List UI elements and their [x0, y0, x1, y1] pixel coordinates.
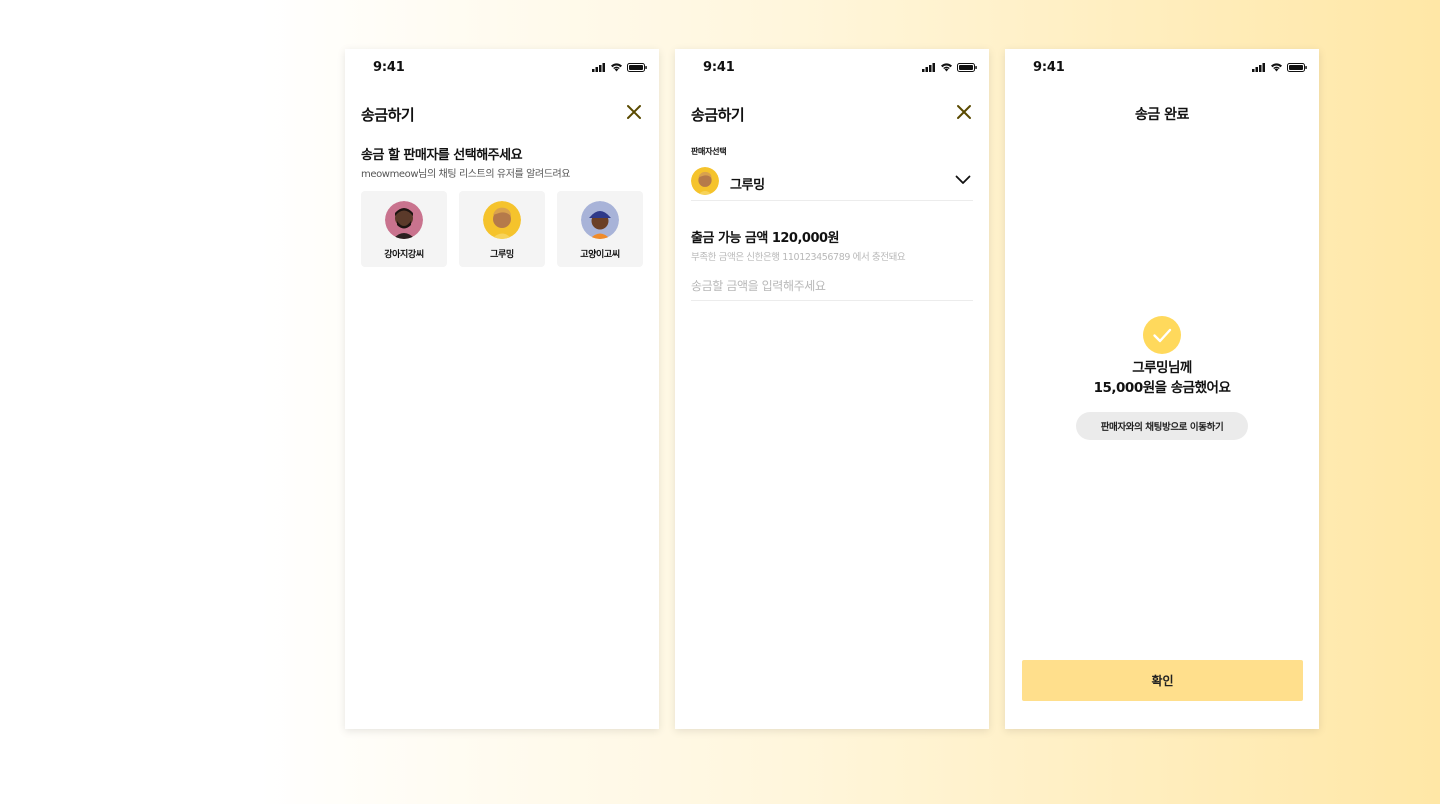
select-seller-heading: 송금 할 판매자를 선택해주세요 [361, 148, 523, 163]
signal-icon [922, 62, 935, 72]
screen-transfer-complete: 9:41 송금 완료 그루밍님께 15,000원을 송금했어요 판매자와의 채팅… [1005, 49, 1319, 729]
status-time: 9:41 [1033, 60, 1065, 75]
status-bar: 9:41 [675, 49, 989, 85]
seller-name: 강아지강씨 [384, 250, 424, 260]
selected-seller-name: 그루밍 [730, 178, 765, 193]
confirm-button[interactable]: 확인 [1022, 660, 1303, 701]
status-time: 9:41 [703, 60, 735, 75]
seller-card[interactable]: 강아지강씨 [361, 191, 447, 267]
page-title: 송금하기 [691, 106, 745, 124]
signal-icon [592, 62, 605, 72]
close-icon[interactable] [625, 103, 643, 121]
amount-input[interactable] [691, 271, 973, 301]
battery-icon [627, 62, 647, 72]
wifi-icon [1271, 63, 1282, 72]
available-amount: 출금 가능 금액 120,000원 [691, 231, 840, 246]
chevron-down-icon [955, 175, 971, 184]
go-to-chat-button[interactable]: 판매자와의 채팅방으로 이동하기 [1076, 412, 1248, 440]
avatar [385, 201, 423, 239]
status-bar: 9:41 [1005, 49, 1319, 85]
seller-card[interactable]: 고양이고씨 [557, 191, 643, 267]
wifi-icon [611, 63, 622, 72]
completion-message: 그루밍님께 15,000원을 송금했어요 [1005, 358, 1319, 398]
avatar [483, 201, 521, 239]
seller-select-label: 판매자선택 [691, 147, 727, 156]
completion-message-line1: 그루밍님께 [1132, 360, 1192, 376]
completion-message-line2: 15,000원을 송금했어요 [1093, 380, 1231, 396]
battery-icon [1287, 62, 1307, 72]
status-icons [922, 62, 977, 72]
seller-card[interactable]: 그루밍 [459, 191, 545, 267]
seller-card-list: 강아지강씨 그루밍 고양이고씨 [361, 191, 643, 267]
battery-icon [957, 62, 977, 72]
close-icon[interactable] [955, 103, 973, 121]
wifi-icon [941, 63, 952, 72]
screen-select-seller: 9:41 송금하기 송금 할 판매자를 선택해주세요 meowmeow님의 채팅… [345, 49, 659, 729]
avatar [691, 167, 719, 195]
status-icons [592, 62, 647, 72]
seller-name: 고양이고씨 [580, 250, 620, 260]
status-icons [1252, 62, 1307, 72]
seller-name: 그루밍 [490, 250, 514, 260]
status-bar: 9:41 [345, 49, 659, 85]
screen-enter-amount: 9:41 송금하기 판매자선택 그루밍 출금 가능 금액 120,000원 부족… [675, 49, 989, 729]
avatar [581, 201, 619, 239]
page-title: 송금 완료 [1135, 107, 1189, 123]
shortfall-note: 부족한 금액은 신한은행 110123456789 에서 충전돼요 [691, 252, 906, 263]
status-time: 9:41 [373, 60, 405, 75]
page-title: 송금하기 [361, 106, 415, 124]
select-seller-subtext: meowmeow님의 채팅 리스트의 유저를 알려드려요 [361, 169, 571, 180]
seller-dropdown[interactable]: 그루밍 [691, 165, 973, 201]
signal-icon [1252, 62, 1265, 72]
check-circle-icon [1143, 316, 1181, 354]
